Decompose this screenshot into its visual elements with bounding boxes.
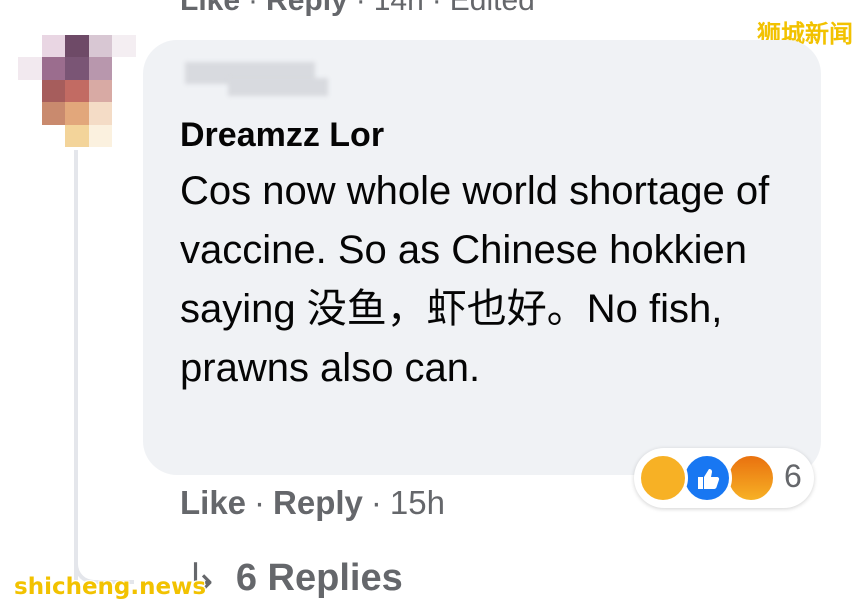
- separator-dot: ·: [254, 484, 266, 521]
- thumbs-up-glyph: [698, 469, 720, 489]
- haha-icon: [638, 453, 688, 503]
- separator-dot: ·: [355, 0, 366, 17]
- previous-like-button[interactable]: Like: [180, 0, 240, 17]
- separator-dot: ·: [431, 0, 442, 17]
- previous-comment-actions: Like · Reply · 14h · Edited: [180, 0, 535, 18]
- comment-author[interactable]: Dreamzz Lor: [180, 116, 384, 155]
- comment-text: Cos now whole world shortage of vaccine.…: [180, 169, 770, 390]
- angry-icon: [726, 453, 776, 503]
- reactions-summary[interactable]: 6: [634, 448, 814, 508]
- previous-reply-button[interactable]: Reply: [266, 0, 348, 17]
- avatar[interactable]: [18, 35, 136, 147]
- previous-timestamp: 14h: [373, 0, 424, 17]
- watermark-bottom: shicheng.news: [14, 574, 207, 600]
- edited-label: Edited: [449, 0, 535, 17]
- like-icon: [682, 453, 732, 503]
- comment-actions: Like · Reply · 15h: [180, 484, 445, 522]
- blurred-name: [228, 78, 328, 96]
- reaction-count: 6: [784, 458, 802, 494]
- thread-line: [74, 150, 78, 580]
- replies-count-label: 6 Replies: [235, 557, 403, 599]
- reply-button[interactable]: Reply: [273, 484, 363, 521]
- separator-dot: ·: [370, 484, 382, 521]
- like-button[interactable]: Like: [180, 484, 246, 521]
- comment-timestamp[interactable]: 15h: [390, 484, 445, 521]
- separator-dot: ·: [248, 0, 259, 17]
- view-replies-link[interactable]: ↳ 6 Replies: [186, 555, 403, 600]
